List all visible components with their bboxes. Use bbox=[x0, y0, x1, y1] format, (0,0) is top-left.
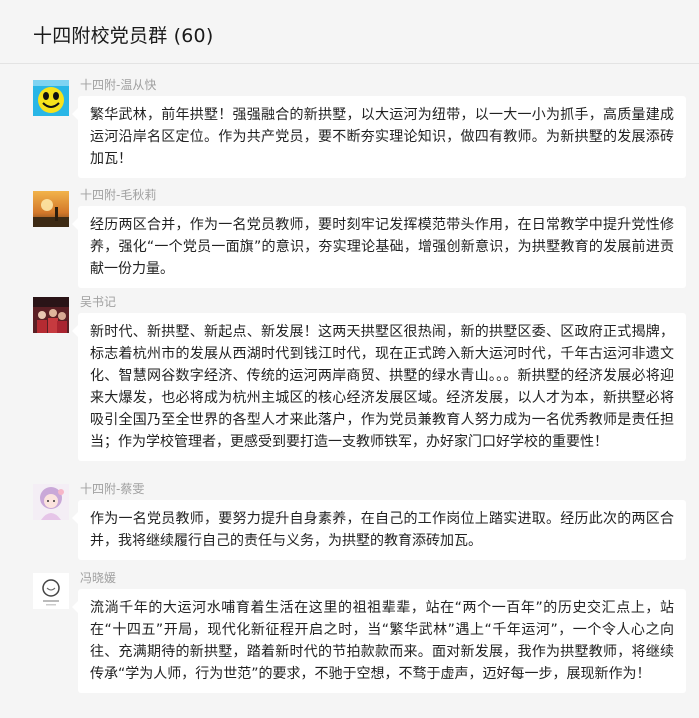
avatar[interactable] bbox=[33, 573, 69, 609]
avatar[interactable] bbox=[33, 191, 69, 227]
message-bubble[interactable]: 作为一名党员教师，要努力提升自身素养，在自己的工作岗位上踏实进取。经历此次的两区… bbox=[72, 500, 686, 560]
cartoon-avatar-icon bbox=[33, 484, 69, 520]
chat-header: 十四附校党员群 (60) bbox=[0, 0, 699, 64]
avatar[interactable] bbox=[33, 297, 69, 333]
message-list[interactable]: 十四附-温从快 繁华武林，前年拱墅！强强融合的新拱墅，以大运河为纽带，以一大一小… bbox=[0, 64, 699, 718]
message-bubble[interactable]: 繁华武林，前年拱墅！强强融合的新拱墅，以大运河为纽带，以一大一小为抓手，高质量建… bbox=[72, 96, 686, 178]
sender-name: 十四附-毛秋莉 bbox=[80, 188, 157, 202]
sender-name: 十四附-温从快 bbox=[80, 78, 157, 92]
message-bubble[interactable]: 新时代、新拱墅、新起点、新发展！这两天拱墅区很热闹，新的拱墅区委、区政府正式揭牌… bbox=[72, 313, 686, 461]
sender-name: 十四附-蔡雯 bbox=[80, 482, 145, 496]
message-bubble[interactable]: 流淌千年的大运河水哺育着生活在这里的祖祖辈辈，站在“两个一百年”的历史交汇点上，… bbox=[72, 589, 686, 693]
sender-name: 吴书记 bbox=[80, 295, 117, 309]
sunset-avatar-icon bbox=[33, 191, 69, 227]
smiley-avatar-icon bbox=[33, 80, 69, 116]
avatar[interactable] bbox=[33, 484, 69, 520]
group-title: 十四附校党员群 (60) bbox=[33, 25, 214, 47]
message-bubble[interactable]: 经历两区合并，作为一名党员教师，要时刻牢记发挥模范带头作用，在日常教学中提升党性… bbox=[72, 206, 686, 288]
avatar[interactable] bbox=[33, 80, 69, 116]
scrollbar[interactable] bbox=[694, 64, 699, 718]
sketch-avatar-icon bbox=[33, 573, 69, 609]
sender-name: 冯晓媛 bbox=[80, 571, 117, 585]
photo-avatar-icon bbox=[33, 297, 69, 333]
